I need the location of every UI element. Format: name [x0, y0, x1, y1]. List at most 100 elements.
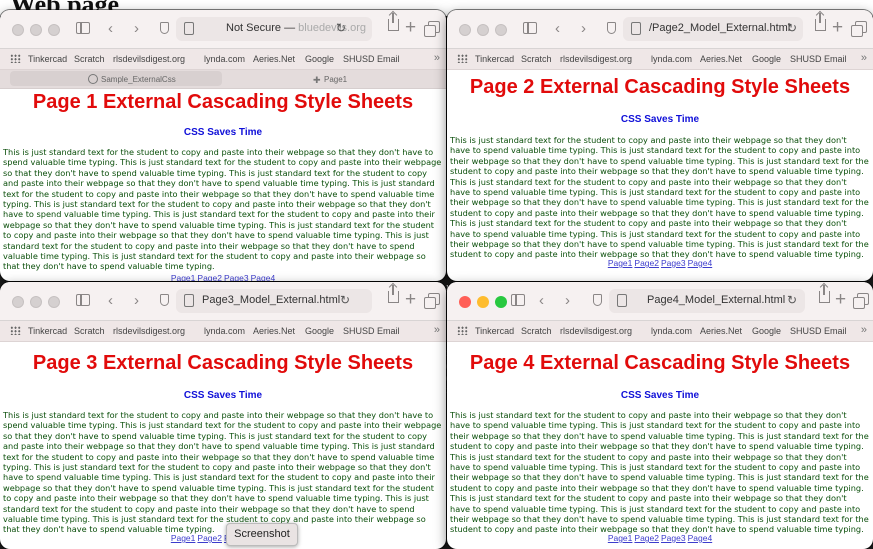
- reload-icon[interactable]: ↻: [787, 293, 797, 307]
- link-page3[interactable]: Page3: [661, 258, 686, 268]
- bookmark-rlsdevilsdigest[interactable]: rlsdevilsdigest.org: [113, 54, 185, 64]
- tab-overview-icon[interactable]: [853, 293, 869, 309]
- tab-page1[interactable]: ✚ Page1: [226, 71, 438, 86]
- bookmark-shusd-email[interactable]: SHUSD Email: [343, 54, 400, 64]
- link-page1[interactable]: Page1: [171, 273, 196, 281]
- tab-sample-externalcss[interactable]: Sample_ExternalCss: [10, 71, 222, 86]
- back-icon[interactable]: ‹: [108, 21, 113, 36]
- link-page1[interactable]: Page1: [171, 533, 196, 543]
- bookmark-scratch[interactable]: Scratch: [521, 54, 552, 64]
- bookmark-lynda[interactable]: lynda.com: [651, 326, 692, 336]
- zoom-button[interactable]: [48, 24, 60, 36]
- more-bookmarks-icon[interactable]: »: [861, 324, 867, 336]
- bookmark-google[interactable]: Google: [752, 54, 781, 64]
- grid-icon[interactable]: [457, 326, 468, 335]
- forward-icon[interactable]: ›: [134, 293, 139, 308]
- bookmark-rlsdevilsdigest[interactable]: rlsdevilsdigest.org: [560, 326, 632, 336]
- address-bar[interactable]: Not Secure — bluedevils.org ↻: [176, 17, 372, 41]
- forward-icon[interactable]: ›: [565, 293, 570, 308]
- bookmark-rlsdevilsdigest[interactable]: rlsdevilsdigest.org: [113, 326, 185, 336]
- bookmark-scratch[interactable]: Scratch: [74, 326, 105, 336]
- zoom-button[interactable]: [48, 296, 60, 308]
- more-bookmarks-icon[interactable]: »: [861, 52, 867, 64]
- grid-icon[interactable]: [10, 54, 21, 63]
- close-button[interactable]: [459, 296, 471, 308]
- browser-window-page4[interactable]: ‹ › Page4_Model_External.html ↻ + Tinker…: [447, 282, 873, 549]
- bookmark-aeries[interactable]: Aeries.Net: [253, 54, 295, 64]
- link-page3[interactable]: Page3: [224, 273, 249, 281]
- browser-window-page3[interactable]: ‹ › Page3_Model_External.html ↻ + Tinker…: [0, 282, 446, 549]
- sidebar-icon[interactable]: [511, 294, 525, 306]
- zoom-button[interactable]: [495, 296, 507, 308]
- forward-icon[interactable]: ›: [134, 21, 139, 36]
- new-tab-icon[interactable]: +: [405, 18, 416, 37]
- link-page2[interactable]: Page2: [634, 258, 659, 268]
- back-icon[interactable]: ‹: [108, 293, 113, 308]
- bookmark-google[interactable]: Google: [305, 326, 334, 336]
- bookmark-aeries[interactable]: Aeries.Net: [700, 54, 742, 64]
- tab-overview-icon[interactable]: [424, 21, 440, 37]
- forward-icon[interactable]: ›: [581, 21, 586, 36]
- minimize-button[interactable]: [30, 296, 42, 308]
- bookmark-tinkercad[interactable]: Tinkercad: [28, 326, 67, 336]
- bookmark-scratch[interactable]: Scratch: [74, 54, 105, 64]
- bookmark-lynda[interactable]: lynda.com: [651, 54, 692, 64]
- link-page1[interactable]: Page1: [608, 258, 633, 268]
- reload-icon[interactable]: ↻: [787, 21, 797, 35]
- privacy-shield-icon[interactable]: [607, 22, 616, 34]
- share-icon[interactable]: [819, 285, 830, 303]
- bookmark-tinkercad[interactable]: Tinkercad: [475, 326, 514, 336]
- more-bookmarks-icon[interactable]: »: [434, 52, 440, 64]
- sidebar-icon[interactable]: [523, 22, 537, 34]
- link-page2[interactable]: Page2: [197, 273, 222, 281]
- close-button[interactable]: [459, 24, 471, 36]
- new-tab-icon[interactable]: +: [405, 290, 416, 309]
- link-page4[interactable]: Page4: [688, 258, 713, 268]
- address-bar[interactable]: Page3_Model_External.html ↻: [176, 289, 372, 313]
- back-icon[interactable]: ‹: [555, 21, 560, 36]
- privacy-shield-icon[interactable]: [593, 294, 602, 306]
- link-page2[interactable]: Page2: [197, 533, 222, 543]
- minimize-button[interactable]: [477, 296, 489, 308]
- bookmark-aeries[interactable]: Aeries.Net: [253, 326, 295, 336]
- privacy-shield-icon[interactable]: [160, 22, 169, 34]
- new-tab-icon[interactable]: +: [832, 18, 843, 37]
- bookmark-google[interactable]: Google: [305, 54, 334, 64]
- address-bar[interactable]: Page4_Model_External.html ↻: [609, 289, 805, 313]
- back-icon[interactable]: ‹: [539, 293, 544, 308]
- share-icon[interactable]: [815, 13, 826, 31]
- browser-window-page2[interactable]: ‹ › /Page2_Model_External.html ↻ + Tinke…: [447, 10, 873, 281]
- bookmark-lynda[interactable]: lynda.com: [204, 326, 245, 336]
- address-bar[interactable]: /Page2_Model_External.html ↻: [623, 17, 803, 41]
- sidebar-icon[interactable]: [76, 22, 90, 34]
- link-page3[interactable]: Page3: [661, 533, 686, 543]
- bookmark-google[interactable]: Google: [752, 326, 781, 336]
- bookmark-tinkercad[interactable]: Tinkercad: [28, 54, 67, 64]
- bookmark-shusd-email[interactable]: SHUSD Email: [343, 326, 400, 336]
- privacy-shield-icon[interactable]: [160, 294, 169, 306]
- tab-overview-icon[interactable]: [851, 21, 867, 37]
- browser-window-page1[interactable]: ‹ › Not Secure — bluedevils.org ↻ + Tink…: [0, 10, 446, 281]
- tab-overview-icon[interactable]: [424, 293, 440, 309]
- bookmark-shusd-email[interactable]: SHUSD Email: [790, 326, 847, 336]
- reload-icon[interactable]: ↻: [336, 21, 346, 35]
- link-page1[interactable]: Page1: [608, 533, 633, 543]
- bookmark-aeries[interactable]: Aeries.Net: [700, 326, 742, 336]
- new-tab-icon[interactable]: +: [835, 290, 846, 309]
- link-page4[interactable]: Page4: [251, 273, 276, 281]
- link-page2[interactable]: Page2: [634, 533, 659, 543]
- close-button[interactable]: [12, 296, 24, 308]
- bookmark-scratch[interactable]: Scratch: [521, 326, 552, 336]
- grid-icon[interactable]: [457, 54, 468, 63]
- sidebar-icon[interactable]: [76, 294, 90, 306]
- minimize-button[interactable]: [477, 24, 489, 36]
- bookmark-rlsdevilsdigest[interactable]: rlsdevilsdigest.org: [560, 54, 632, 64]
- more-bookmarks-icon[interactable]: »: [434, 324, 440, 336]
- reload-icon[interactable]: ↻: [340, 293, 350, 307]
- share-icon[interactable]: [388, 285, 399, 303]
- minimize-button[interactable]: [30, 24, 42, 36]
- link-page4[interactable]: Page4: [688, 533, 713, 543]
- bookmark-lynda[interactable]: lynda.com: [204, 54, 245, 64]
- bookmark-shusd-email[interactable]: SHUSD Email: [790, 54, 847, 64]
- close-button[interactable]: [12, 24, 24, 36]
